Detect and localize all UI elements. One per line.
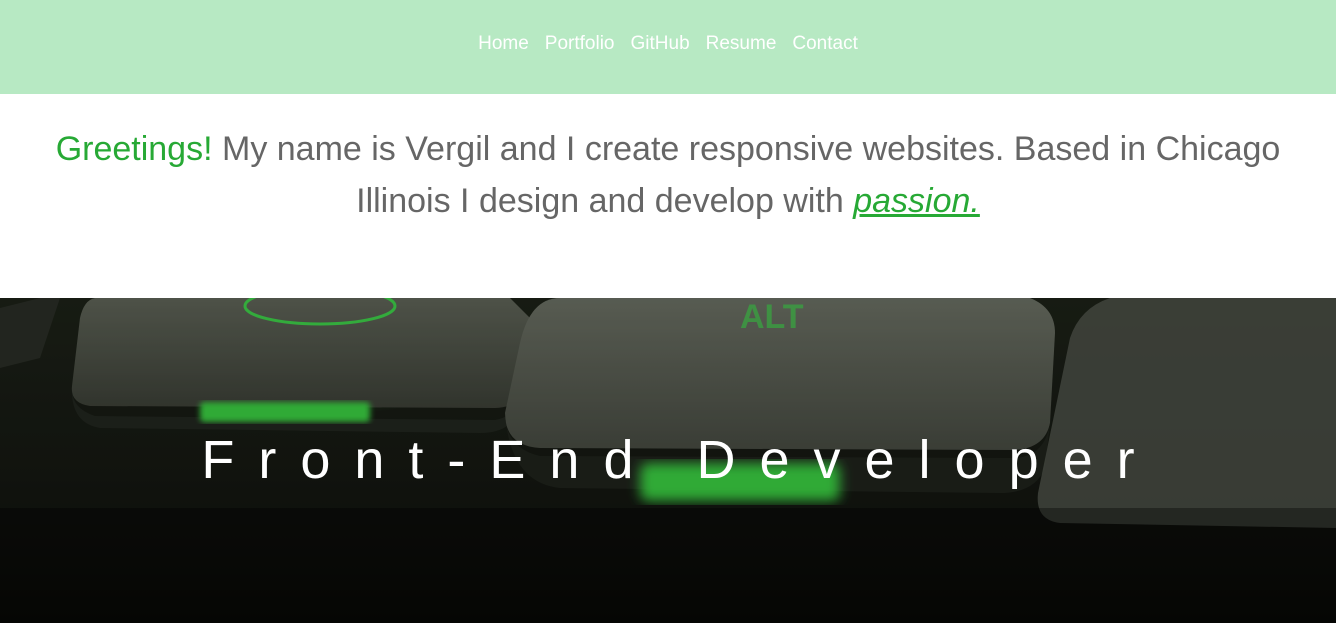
nav-link-home[interactable]: Home: [478, 33, 529, 54]
hero-banner: ALT Front-End Developer: [0, 298, 1336, 623]
nav-link-github[interactable]: GitHub: [631, 33, 690, 54]
nav-link-contact[interactable]: Contact: [792, 33, 857, 54]
top-nav: Home Portfolio GitHub Resume Contact: [0, 0, 1336, 94]
intro-paragraph: Greetings! My name is Vergil and I creat…: [30, 123, 1306, 227]
nav-menu: Home Portfolio GitHub Resume Contact: [478, 34, 858, 54]
nav-link-portfolio[interactable]: Portfolio: [545, 33, 615, 54]
nav-item-resume: Resume: [706, 34, 777, 54]
hero-title: Front-End Developer: [201, 430, 1159, 490]
greeting-text: Greetings!: [55, 130, 213, 168]
nav-link-resume[interactable]: Resume: [706, 33, 777, 54]
intro-section: Greetings! My name is Vergil and I creat…: [0, 94, 1336, 298]
nav-item-portfolio: Portfolio: [545, 34, 615, 54]
nav-item-contact: Contact: [792, 34, 857, 54]
nav-item-home: Home: [478, 34, 529, 54]
passion-link[interactable]: passion.: [853, 182, 980, 220]
nav-item-github: GitHub: [631, 34, 690, 54]
intro-text: My name is Vergil and I create responsiv…: [212, 130, 1281, 220]
